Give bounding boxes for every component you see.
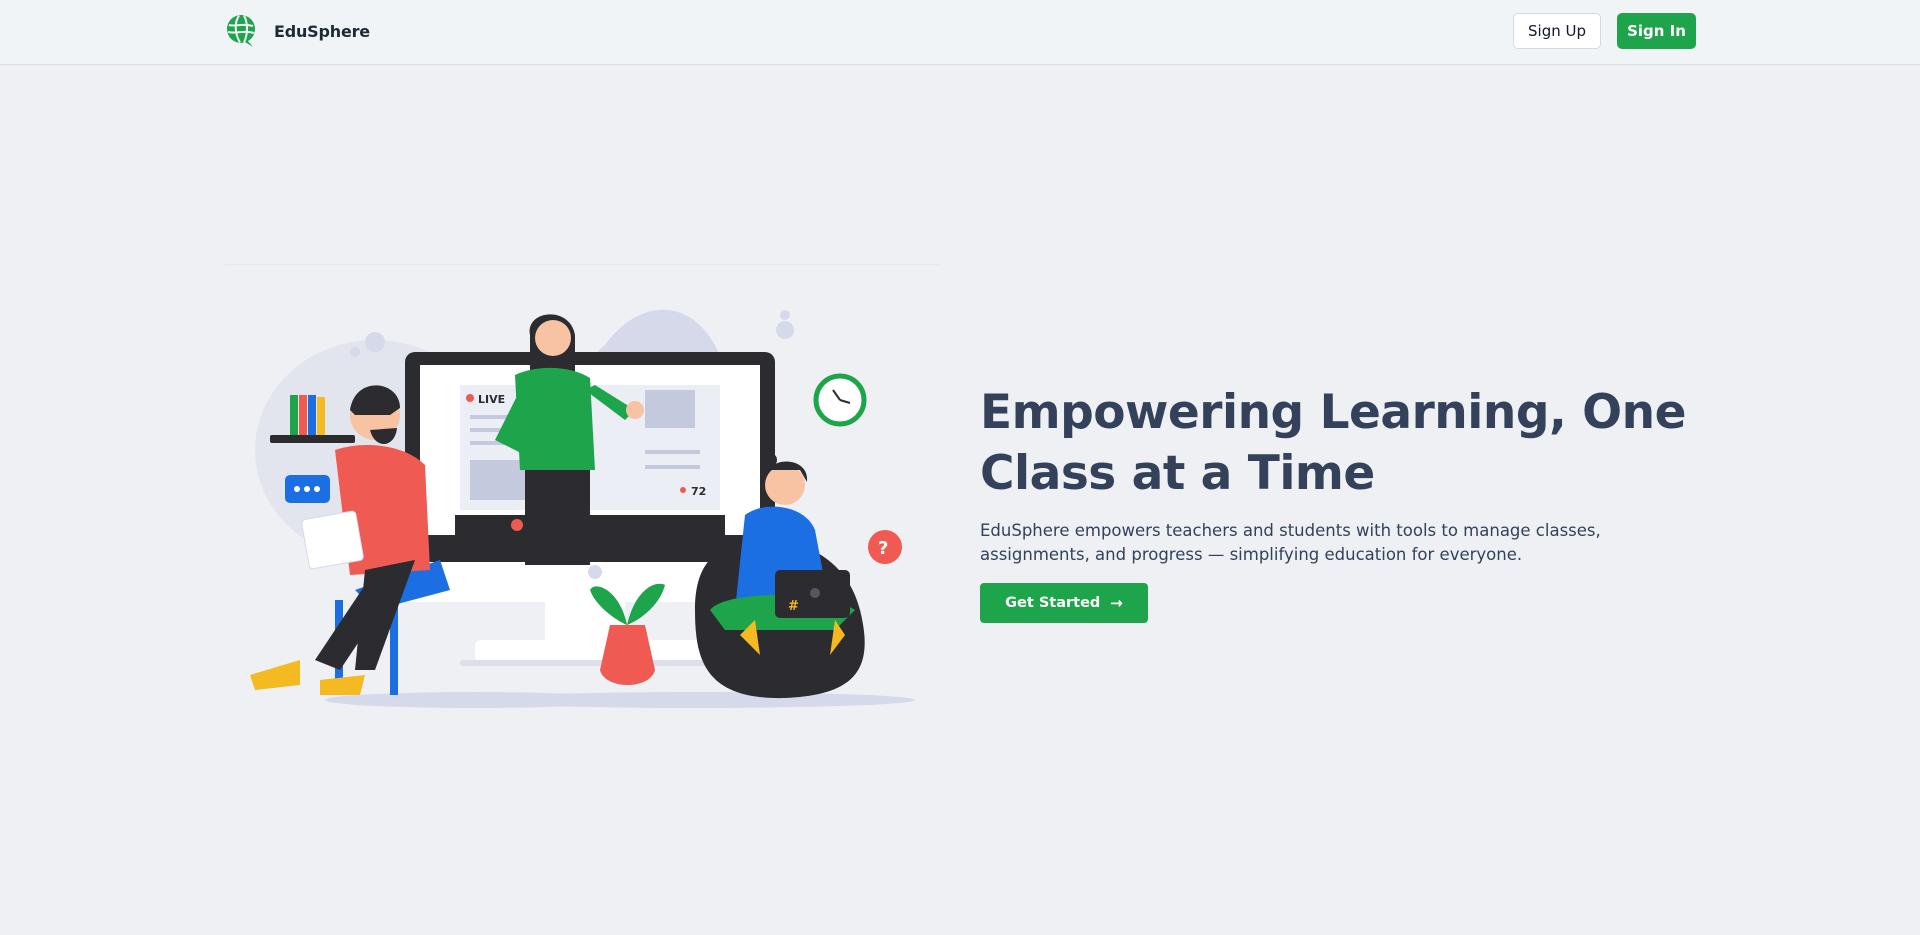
get-started-button[interactable]: Get Started → — [980, 583, 1148, 623]
globe-chat-icon — [227, 14, 255, 47]
sign-in-button[interactable]: Sign In — [1617, 13, 1696, 49]
arrow-right-icon: → — [1110, 593, 1123, 612]
live-label: LIVE — [478, 393, 505, 406]
hero-description: EduSphere empowers teachers and students… — [980, 521, 1601, 564]
top-navbar: EduSphere Sign Up Sign In — [0, 0, 1920, 65]
hero-illustration: LIVE 72 ? # — [250, 309, 915, 708]
get-started-label: Get Started — [1005, 595, 1101, 611]
svg-text:#: # — [788, 599, 799, 614]
brand-name: EduSphere — [274, 21, 370, 41]
hero-title: Empowering Learning, One Class at a Time — [980, 385, 1686, 501]
svg-text:?: ? — [878, 538, 888, 559]
divider — [225, 264, 940, 265]
sign-up-button[interactable]: Sign Up — [1513, 13, 1601, 49]
viewer-count: 72 — [691, 485, 706, 498]
brand[interactable]: EduSphere — [225, 14, 370, 48]
